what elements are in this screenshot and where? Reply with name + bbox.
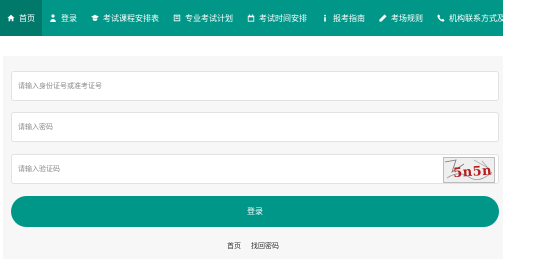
- captcha-graphic: 5n5n: [444, 159, 493, 181]
- nav-item-label: 机构联系方式及公告: [449, 13, 521, 23]
- password-field[interactable]: [11, 112, 499, 142]
- nav-item-label: 考试时间安排: [259, 13, 307, 23]
- captcha-text: 5n5n: [453, 163, 493, 181]
- nav-item-exam-plan[interactable]: 专业考试计划: [166, 0, 240, 36]
- nav-item-label: 考试课程安排表: [103, 13, 159, 23]
- id-field[interactable]: [11, 71, 499, 101]
- login-panel: 5n5n 登录 首页 找回密码: [3, 56, 503, 259]
- calendar-icon: [247, 14, 255, 22]
- phone-icon: [437, 14, 445, 22]
- info-icon: [321, 14, 329, 22]
- user-icon: [49, 14, 57, 22]
- top-nav: 首页 登录 考试课程安排表 专业考试计划 考试时间安排 报考指南 考场规则 机构…: [0, 0, 521, 36]
- nav-item-rules[interactable]: 考场规则: [372, 0, 430, 36]
- login-button-label: 登录: [247, 207, 263, 216]
- home-icon: [7, 14, 15, 22]
- nav-item-login[interactable]: 登录: [42, 0, 84, 36]
- nav-item-home[interactable]: 首页: [0, 0, 42, 36]
- footer-links: 首页 找回密码: [3, 241, 503, 251]
- nav-item-label: 登录: [61, 13, 77, 23]
- recover-password-link[interactable]: 找回密码: [251, 241, 279, 251]
- nav-item-label: 报考指南: [333, 13, 365, 23]
- login-button[interactable]: 登录: [11, 196, 499, 227]
- captcha-input[interactable]: [12, 155, 498, 183]
- nav-item-course-schedule[interactable]: 考试课程安排表: [84, 0, 166, 36]
- pencil-icon: [379, 14, 387, 22]
- id-input[interactable]: [12, 72, 498, 100]
- nav-item-contact[interactable]: 机构联系方式及公告: [430, 0, 528, 36]
- book-icon: [173, 14, 181, 22]
- captcha-image[interactable]: 5n5n: [443, 157, 495, 183]
- nav-item-exam-time[interactable]: 考试时间安排: [240, 0, 314, 36]
- nav-item-guide[interactable]: 报考指南: [314, 0, 372, 36]
- captcha-field[interactable]: 5n5n: [11, 154, 499, 184]
- home-link[interactable]: 首页: [227, 241, 241, 251]
- password-input[interactable]: [12, 113, 498, 141]
- nav-item-label: 考场规则: [391, 13, 423, 23]
- graduation-cap-icon: [91, 14, 99, 22]
- nav-item-label: 首页: [19, 13, 35, 23]
- nav-item-label: 专业考试计划: [185, 13, 233, 23]
